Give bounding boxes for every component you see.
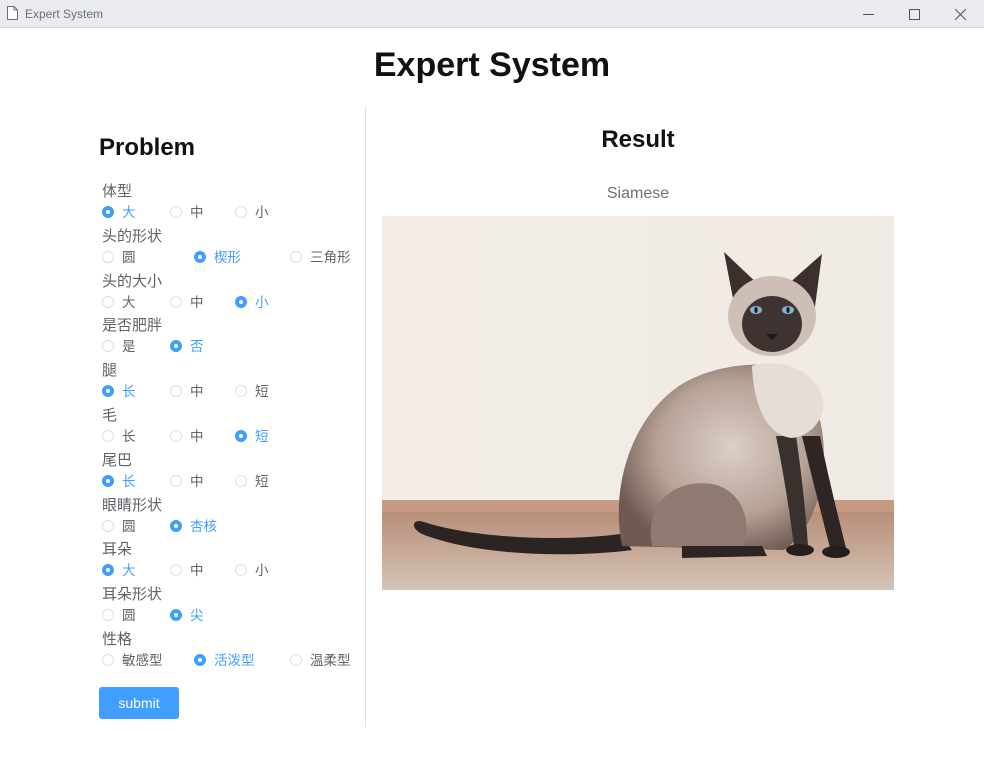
radio-checked-icon[interactable]: [170, 519, 182, 532]
minimize-button[interactable]: [846, 0, 892, 28]
radio-checked-icon[interactable]: [194, 250, 206, 263]
radio-unchecked-icon[interactable]: [102, 340, 114, 353]
radio-option-label: 长: [122, 429, 136, 445]
radio-option-label: 短: [255, 429, 269, 445]
radio-unchecked-icon[interactable]: [170, 474, 182, 487]
radio-option-label: 中: [190, 294, 204, 311]
radio-unchecked-icon[interactable]: [102, 295, 114, 308]
radio-option-label: 尖: [190, 608, 204, 625]
radio-checked-icon[interactable]: [235, 430, 247, 442]
radio-option-label: 大: [122, 205, 136, 221]
page-title: Expert System: [373, 46, 611, 84]
radio-option-label: 杏核: [190, 518, 217, 535]
question-label: 尾巴: [102, 450, 133, 469]
close-icon: [955, 9, 966, 20]
radio-option-label: 活泼型: [214, 653, 255, 669]
radio-unchecked-icon[interactable]: [102, 430, 114, 442]
radio-unchecked-icon[interactable]: [102, 250, 114, 263]
close-button[interactable]: [938, 0, 984, 28]
radio-checked-icon[interactable]: [170, 609, 182, 622]
radio-option-label: 中: [190, 429, 204, 445]
question-group: 是否肥胖是 否: [102, 315, 364, 360]
radio-option-label: 温柔型: [310, 653, 351, 669]
question-label: 性格: [102, 630, 133, 648]
radio-unchecked-icon[interactable]: [235, 564, 247, 577]
radio-checked-icon[interactable]: [102, 474, 114, 487]
window-title: Expert System: [25, 7, 104, 21]
radio-option-label: 楔形: [214, 249, 241, 266]
result-heading: Result: [601, 126, 675, 153]
window-titlebar: Expert System: [0, 0, 984, 28]
radio-option-label: 大: [122, 563, 136, 580]
question-group: 眼睛形状圆 杏核: [102, 495, 364, 540]
question-label: 眼睛形状: [102, 495, 163, 514]
radio-option-label: 中: [190, 384, 204, 401]
problem-heading: Problem: [99, 134, 196, 161]
radio-unchecked-icon[interactable]: [290, 250, 302, 263]
radio-option-label: 大: [122, 294, 136, 311]
radio-unchecked-icon[interactable]: [170, 385, 182, 398]
radio-unchecked-icon[interactable]: [102, 654, 114, 666]
submit-button[interactable]: submit: [99, 687, 179, 719]
radio-option-label: 中: [190, 205, 204, 221]
radio-option-label: 中: [190, 473, 204, 490]
radio-unchecked-icon[interactable]: [235, 206, 247, 218]
radio-unchecked-icon[interactable]: [170, 295, 182, 308]
radio-checked-icon[interactable]: [235, 295, 247, 308]
question-group: 耳朵形状圆 尖: [102, 584, 364, 629]
question-group: 性格敏感型 活泼型 温柔型: [102, 629, 364, 674]
radio-option-label: 敏感型: [122, 653, 163, 669]
question-label: 耳朵形状: [102, 585, 163, 604]
minimize-icon: [863, 14, 874, 15]
radio-option-label: 长: [122, 384, 136, 401]
radio-option-label: 长: [122, 473, 136, 490]
question-label: 头的形状: [102, 226, 163, 245]
radio-option-label: 三角形: [310, 249, 351, 266]
radio-checked-icon[interactable]: [102, 385, 114, 398]
radio-unchecked-icon[interactable]: [102, 519, 114, 532]
radio-unchecked-icon[interactable]: [102, 609, 114, 622]
question-group: 耳朵大 中 小: [102, 539, 364, 584]
radio-option-label: 中: [190, 563, 204, 580]
radio-unchecked-icon[interactable]: [170, 564, 182, 577]
siamese-cat-image: [382, 216, 894, 590]
radio-option-label: 小: [255, 294, 269, 311]
radio-unchecked-icon[interactable]: [170, 430, 182, 442]
question-group: 腿长 中 短: [102, 360, 364, 405]
radio-checked-icon[interactable]: [102, 564, 114, 577]
question-group: 尾巴长 中 短: [102, 450, 364, 495]
document-icon: [7, 6, 18, 20]
radio-option-label: 圆: [122, 518, 136, 535]
question-group: 毛长 中 短: [102, 405, 364, 450]
radio-option-label: 是: [122, 339, 136, 356]
question-label: 腿: [102, 361, 118, 380]
question-label: 毛: [102, 406, 118, 424]
question-label: 头的大小: [102, 271, 163, 290]
radio-option-label: 否: [190, 339, 204, 356]
radio-unchecked-icon[interactable]: [290, 654, 302, 666]
question-group: 头的大小大 中 小: [102, 271, 364, 316]
question-label: 耳朵: [102, 540, 133, 559]
radio-option-label: 短: [255, 384, 269, 401]
result-label: Siamese: [606, 185, 670, 202]
radio-unchecked-icon[interactable]: [170, 206, 182, 218]
radio-unchecked-icon[interactable]: [235, 474, 247, 487]
radio-unchecked-icon[interactable]: [235, 385, 247, 398]
radio-option-label: 圆: [122, 249, 136, 266]
question-group: 头的形状圆 楔形 三角形: [102, 226, 364, 271]
question-group: 体型大 中 小: [102, 181, 364, 226]
radio-checked-icon[interactable]: [194, 654, 206, 666]
radio-option-label: 短: [255, 473, 269, 490]
radio-checked-icon[interactable]: [102, 206, 114, 218]
question-label: 体型: [102, 182, 133, 200]
radio-option-label: 小: [255, 205, 269, 221]
question-label: 是否肥胖: [102, 316, 163, 335]
radio-option-label: 小: [255, 563, 269, 580]
maximize-button[interactable]: [892, 0, 938, 28]
radio-checked-icon[interactable]: [170, 340, 182, 353]
maximize-icon: [909, 9, 920, 20]
radio-option-label: 圆: [122, 608, 136, 625]
